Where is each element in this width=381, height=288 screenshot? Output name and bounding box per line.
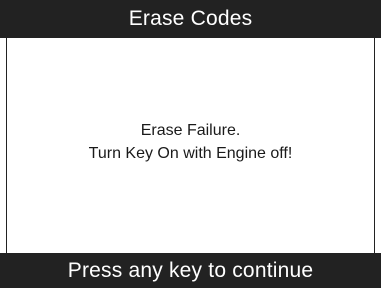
continue-prompt-bar[interactable]: Press any key to continue [0, 253, 381, 288]
error-message-line-1: Erase Failure. [140, 122, 241, 139]
message-panel: Erase Failure. Turn Key On with Engine o… [6, 38, 375, 253]
continue-prompt: Press any key to continue [67, 258, 314, 282]
scan-tool-screen: Erase Codes Erase Failure. Turn Key On w… [0, 0, 381, 288]
screen-title: Erase Codes [128, 7, 253, 30]
error-message-line-2: Turn Key On with Engine off! [88, 145, 293, 162]
title-bar: Erase Codes [0, 0, 381, 38]
